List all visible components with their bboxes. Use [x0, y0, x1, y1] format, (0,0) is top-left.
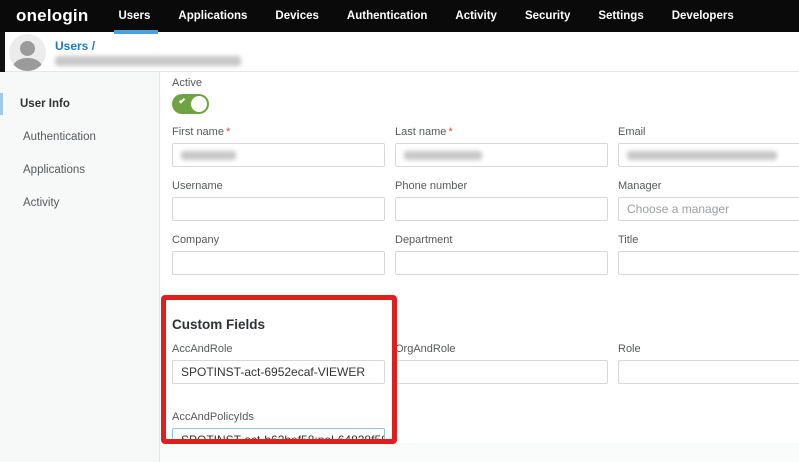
- redacted-value: [627, 151, 777, 160]
- role-input[interactable]: [618, 360, 799, 384]
- nav-item-security[interactable]: Security: [511, 0, 584, 32]
- page-header: Users /: [0, 32, 799, 72]
- nav-item-developers[interactable]: Developers: [658, 0, 748, 32]
- organdrole-input[interactable]: [395, 360, 608, 384]
- nav-item-authentication[interactable]: Authentication: [333, 0, 442, 32]
- last-name-input[interactable]: [395, 143, 608, 167]
- email-label: Email: [618, 126, 799, 138]
- active-toggle[interactable]: [172, 94, 209, 114]
- nav-menu: Users Applications Devices Authenticatio…: [104, 0, 747, 32]
- accandpolicyids-label: AccAndPolicyIds: [172, 411, 385, 423]
- last-name-label: Last name*: [395, 126, 608, 138]
- manager-input[interactable]: Choose a manager: [618, 197, 799, 221]
- nav-item-applications[interactable]: Applications: [164, 0, 261, 32]
- nav-item-users[interactable]: Users: [104, 0, 164, 32]
- manager-label: Manager: [618, 180, 799, 192]
- phone-number-input[interactable]: [395, 197, 608, 221]
- username-label: Username: [172, 180, 385, 192]
- sidebar: User Info Authentication Applications Ac…: [0, 72, 160, 462]
- title-label: Title: [618, 234, 799, 246]
- manager-placeholder: Choose a manager: [627, 202, 729, 216]
- sidebar-item-applications[interactable]: Applications: [0, 159, 159, 181]
- title-input[interactable]: [618, 251, 799, 275]
- organdrole-label: OrgAndRole: [395, 343, 608, 355]
- company-input[interactable]: [172, 251, 385, 275]
- nav-item-devices[interactable]: Devices: [261, 0, 332, 32]
- redacted-value: [181, 151, 236, 160]
- custom-fields-heading: Custom Fields: [172, 317, 799, 332]
- check-icon: [179, 97, 185, 103]
- first-name-label: First name*: [172, 126, 385, 138]
- sidebar-item-user-info[interactable]: User Info: [0, 93, 159, 115]
- redacted-value: [404, 151, 482, 160]
- required-asterisk: *: [448, 126, 452, 138]
- first-name-input[interactable]: [172, 143, 385, 167]
- department-label: Department: [395, 234, 608, 246]
- department-input[interactable]: [395, 251, 608, 275]
- sidebar-item-activity[interactable]: Activity: [0, 192, 159, 214]
- accandpolicyids-input[interactable]: SPOTINST-act-b62bef58:pol-64828f58: [172, 428, 385, 443]
- nav-item-settings[interactable]: Settings: [584, 0, 657, 32]
- accandrole-label: AccAndRole: [172, 343, 385, 355]
- breadcrumb-users-link[interactable]: Users /: [55, 39, 95, 53]
- role-label: Role: [618, 343, 799, 355]
- company-label: Company: [172, 234, 385, 246]
- user-avatar: [9, 34, 46, 71]
- active-toggle-label: Active: [172, 77, 799, 89]
- username-input[interactable]: [172, 197, 385, 221]
- email-input[interactable]: [618, 143, 799, 167]
- avatar-person-icon: [20, 41, 35, 56]
- breadcrumb-username-redacted: [55, 56, 241, 66]
- phone-number-label: Phone number: [395, 180, 608, 192]
- edge-strip: [0, 32, 5, 72]
- nav-item-activity[interactable]: Activity: [441, 0, 511, 32]
- accandrole-input[interactable]: SPOTINST-act-6952ecaf-VIEWER: [172, 360, 385, 384]
- toggle-knob: [191, 96, 207, 112]
- user-info-form: Active First name* Last name* Email User…: [161, 72, 799, 443]
- onelogin-logo: onelogin: [16, 6, 88, 26]
- top-nav: onelogin Users Applications Devices Auth…: [0, 0, 799, 32]
- sidebar-item-authentication[interactable]: Authentication: [0, 126, 159, 148]
- required-asterisk: *: [226, 126, 230, 138]
